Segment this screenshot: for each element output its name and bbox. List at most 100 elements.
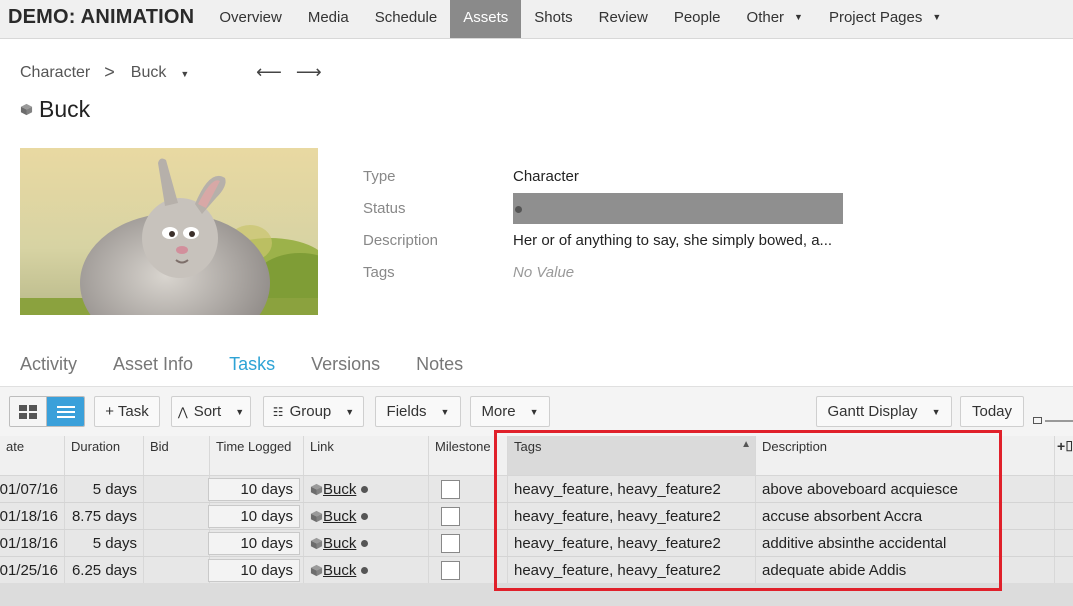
column-header-description[interactable]: Description: [756, 436, 1055, 475]
milestone-checkbox[interactable]: [441, 560, 460, 580]
fields-button[interactable]: Fields ▼: [375, 396, 461, 427]
milestone-checkbox[interactable]: [441, 479, 460, 499]
right-arrow-icon[interactable]: ⟶: [296, 62, 322, 83]
nav-assets[interactable]: Assets: [450, 0, 522, 38]
milestone-checkbox[interactable]: [441, 506, 460, 526]
add-task-button[interactable]: + Task: [94, 396, 160, 427]
group-icon: ☷: [272, 404, 284, 419]
nav-people[interactable]: People: [661, 0, 734, 38]
cell-description[interactable]: above aboveboard acquiesce: [756, 476, 1055, 502]
caret-down-icon: ▼: [932, 12, 942, 22]
asset-link[interactable]: Buck: [323, 481, 356, 498]
column-header-bid[interactable]: Bid: [144, 436, 210, 475]
cube-icon: [20, 103, 33, 116]
page-title: Buck: [20, 96, 90, 123]
column-header-link[interactable]: Link: [304, 436, 429, 475]
zoom-slider[interactable]: [1033, 417, 1073, 425]
nav-other[interactable]: Other ▼: [734, 0, 816, 38]
nav-label: Overview: [219, 9, 282, 26]
cell-spacer: [1055, 557, 1073, 583]
table-row[interactable]: 01/18/16 8.75 days 10 days Buck heavy_fe…: [0, 503, 1073, 530]
cell-bid[interactable]: [144, 557, 210, 583]
asset-thumbnail[interactable]: [20, 148, 318, 315]
nav-label: People: [673, 9, 721, 26]
column-header-duration[interactable]: Duration: [65, 436, 144, 475]
nav-schedule[interactable]: Schedule: [362, 0, 451, 38]
tab-asset-info[interactable]: Asset Info: [113, 354, 193, 375]
field-value[interactable]: No Value: [513, 264, 574, 281]
nav-review[interactable]: Review: [586, 0, 661, 38]
cell-duration[interactable]: 6.25 days: [65, 557, 144, 583]
table-row[interactable]: 01/07/16 5 days 10 days Buck heavy_featu…: [0, 476, 1073, 503]
cell-bid[interactable]: [144, 503, 210, 529]
gantt-display-button[interactable]: Gantt Display ▼: [816, 396, 952, 427]
table-header: ate Duration Bid Time Logged Link Milest…: [0, 436, 1073, 476]
cube-icon: [310, 537, 323, 549]
add-column-icon[interactable]: +⌷: [1055, 436, 1073, 475]
cell-tags[interactable]: heavy_feature, heavy_feature2: [508, 476, 756, 502]
cell-time-logged[interactable]: 10 days: [208, 557, 304, 583]
field-value[interactable]: Her or of anything to say, she simply bo…: [513, 232, 832, 249]
column-header-date[interactable]: ate: [0, 436, 65, 475]
cell-description[interactable]: additive absinthe accidental: [756, 530, 1055, 556]
column-header-time-logged[interactable]: Time Logged: [210, 436, 304, 475]
field-type: Type Character: [363, 160, 843, 192]
tab-versions[interactable]: Versions: [311, 354, 380, 375]
left-arrow-icon[interactable]: ⟵: [256, 62, 282, 83]
milestone-checkbox[interactable]: [441, 533, 460, 553]
asset-link[interactable]: Buck: [323, 562, 356, 579]
button-label: More: [481, 403, 516, 420]
cell-spacer: [1055, 503, 1073, 529]
tab-activity[interactable]: Activity: [20, 354, 77, 375]
nav-shots[interactable]: Shots: [521, 0, 585, 38]
cell-date[interactable]: 01/07/16: [0, 476, 65, 502]
cell-date[interactable]: 01/18/16: [0, 530, 65, 556]
cell-tags[interactable]: heavy_feature, heavy_feature2: [508, 503, 756, 529]
cell-bid[interactable]: [144, 476, 210, 502]
cell-duration[interactable]: 5 days: [65, 476, 144, 502]
nav-project-pages[interactable]: Project Pages ▼: [816, 0, 954, 38]
tab-notes[interactable]: Notes: [416, 354, 463, 375]
cell-description[interactable]: accuse absorbent Accra: [756, 503, 1055, 529]
list-view-button[interactable]: [47, 397, 84, 426]
button-label: Sort: [193, 403, 222, 420]
cell-bid[interactable]: [144, 530, 210, 556]
cell-date[interactable]: 01/25/16: [0, 557, 65, 583]
tab-tasks[interactable]: Tasks: [229, 354, 275, 375]
more-button[interactable]: More ▼: [470, 396, 550, 427]
nav-overview[interactable]: Overview: [206, 0, 295, 38]
cell-tags[interactable]: heavy_feature, heavy_feature2: [508, 557, 756, 583]
cell-duration[interactable]: 8.75 days: [65, 503, 144, 529]
asset-fields: Type Character Status Description Her or…: [363, 160, 843, 288]
group-button[interactable]: ☷ Group ▼: [263, 396, 364, 427]
thumbnail-view-button[interactable]: [10, 397, 48, 426]
asset-link[interactable]: Buck: [323, 508, 356, 525]
asset-link[interactable]: Buck: [323, 535, 356, 552]
field-label: Tags: [363, 263, 395, 281]
cell-duration[interactable]: 5 days: [65, 530, 144, 556]
table-row[interactable]: 01/18/16 5 days 10 days Buck heavy_featu…: [0, 530, 1073, 557]
breadcrumb-parent[interactable]: Character: [20, 64, 90, 82]
cell-date[interactable]: 01/18/16: [0, 503, 65, 529]
nav-label: Shots: [534, 9, 573, 26]
status-dot-icon: [361, 566, 369, 574]
cell-time-logged[interactable]: 10 days: [208, 530, 304, 556]
field-status: Status: [363, 192, 843, 224]
cell-tags[interactable]: heavy_feature, heavy_feature2: [508, 530, 756, 556]
status-value[interactable]: [513, 192, 843, 224]
sort-button[interactable]: ⋀ Sort ▼: [171, 396, 251, 427]
cell-time-logged[interactable]: 10 days: [208, 476, 304, 502]
column-header-milestone[interactable]: Milestone: [429, 436, 508, 475]
cell-description[interactable]: adequate abide Addis: [756, 557, 1055, 583]
caret-down-icon[interactable]: ▼: [180, 69, 189, 79]
column-header-tags[interactable]: Tags ▲: [508, 436, 756, 475]
nav-media[interactable]: Media: [295, 0, 362, 38]
field-value[interactable]: Character: [513, 168, 579, 185]
today-button[interactable]: Today: [960, 396, 1024, 427]
caret-down-icon: ▼: [794, 12, 803, 22]
table-row[interactable]: 01/25/16 6.25 days 10 days Buck heavy_fe…: [0, 557, 1073, 584]
breadcrumb-current[interactable]: Buck: [131, 64, 167, 82]
project-title[interactable]: DEMO: ANIMATION: [0, 0, 206, 38]
cell-time-logged[interactable]: 10 days: [208, 503, 304, 529]
column-header-label: Tags: [514, 439, 542, 454]
